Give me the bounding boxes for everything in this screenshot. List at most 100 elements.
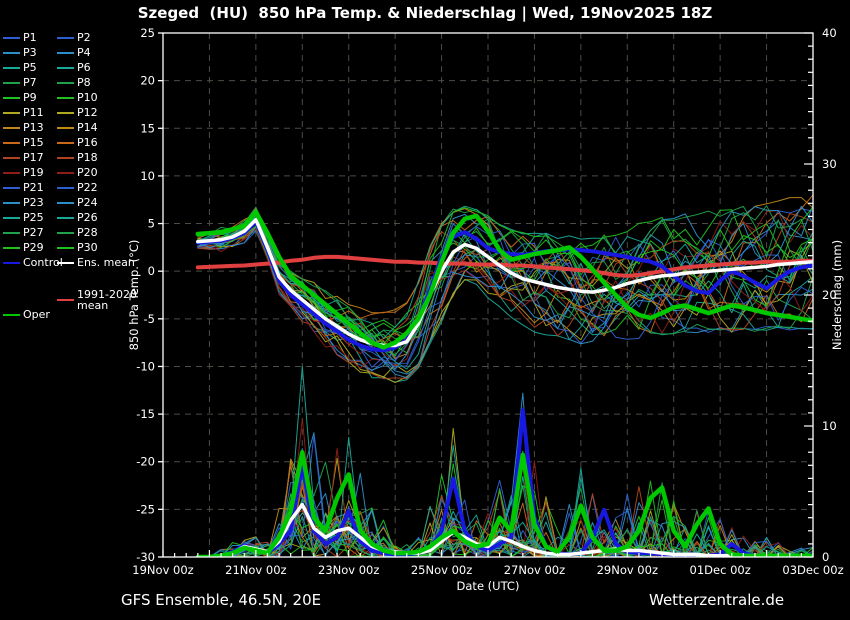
y-axis-right-title: Niederschlag (mm)	[830, 240, 844, 350]
legend-label: P15	[23, 137, 44, 148]
legend-label: P16	[77, 137, 98, 148]
legend-row: P25 P26	[0, 210, 132, 225]
watermark-label: Wetterzentrale.de	[649, 591, 784, 609]
legend-swatch-icon	[3, 202, 20, 204]
legend-item-p28: P28	[57, 225, 98, 240]
legend-item-p13: P13	[3, 120, 44, 135]
left-tick-label: -20	[136, 455, 155, 469]
legend-row: P11 P12	[0, 105, 132, 120]
legend-item-p9: P9	[3, 90, 37, 105]
legend-label: P8	[77, 77, 91, 88]
x-tick-label: 01Dec 00z	[690, 563, 751, 577]
legend-row: P21 P22	[0, 180, 132, 195]
legend-item-p27: P27	[3, 225, 44, 240]
legend-item-p20: P20	[57, 165, 98, 180]
legend-row: P5P6	[0, 60, 132, 75]
legend-row: P15 P16	[0, 135, 132, 150]
left-tick-label: 5	[148, 217, 155, 231]
legend-item-p11: P11	[3, 105, 44, 120]
left-tick-label: 15	[140, 121, 155, 135]
legend-item-p18: P18	[57, 150, 98, 165]
left-tick-label: -5	[144, 312, 155, 326]
legend-label: P14	[77, 122, 98, 133]
x-tick-label: 29Nov 00z	[597, 563, 658, 577]
legend-label: P4	[77, 47, 91, 58]
legend-swatch-icon	[57, 157, 74, 159]
left-tick-label: 25	[140, 26, 155, 40]
legend-item-p19: P19	[3, 165, 44, 180]
legend-swatch-icon	[3, 172, 20, 174]
legend-label: P20	[77, 167, 98, 178]
legend-swatch-icon	[3, 217, 20, 219]
legend-swatch-icon	[3, 187, 20, 189]
legend-item-p3: P3	[3, 45, 37, 60]
legend-row: P3 P4	[0, 45, 132, 60]
legend-label: P30	[77, 242, 98, 253]
legend-item-p12: P12	[57, 105, 98, 120]
legend-item-p21: P21	[3, 180, 44, 195]
legend-swatch-icon	[57, 82, 74, 84]
legend-label: P24	[77, 197, 98, 208]
legend-swatch-icon	[57, 172, 74, 174]
page-title: Szeged (HU) 850 hPa Temp. & Niederschlag…	[0, 4, 850, 22]
legend-swatch-icon	[57, 67, 74, 69]
legend-label: P26	[77, 212, 98, 223]
legend-label: P3	[23, 47, 37, 58]
legend-label: P23	[23, 197, 44, 208]
legend-item-p23: P23	[3, 195, 44, 210]
legend-label: P19	[23, 167, 44, 178]
legend-row: P17 P18	[0, 150, 132, 165]
legend-swatch-icon	[57, 217, 74, 219]
legend-item-p25: P25	[3, 210, 44, 225]
legend-swatch-icon	[57, 112, 74, 114]
left-tick-label: -10	[136, 359, 155, 373]
legend-label: P27	[23, 227, 44, 238]
legend-swatch-icon	[57, 247, 74, 249]
legend-swatch-icon	[3, 112, 20, 114]
legend-row: Oper	[0, 307, 132, 322]
legend-label: P6	[77, 62, 91, 73]
legend-swatch-icon	[3, 97, 20, 99]
legend-row: P13 P14	[0, 120, 132, 135]
x-tick-label: 19Nov 00z	[132, 563, 193, 577]
legend-item-p1: P1	[3, 30, 37, 45]
x-axis-title: Date (UTC)	[457, 579, 520, 593]
legend-item-p14: P14	[57, 120, 98, 135]
legend-swatch-icon	[57, 97, 74, 99]
legend-item-p29: P29	[3, 240, 44, 255]
legend-label: P21	[23, 182, 44, 193]
legend-row: P29 P30	[0, 240, 132, 255]
legend-item-p7: P7	[3, 75, 37, 90]
legend-row: P9P10	[0, 90, 132, 105]
x-tick-label: 25Nov 00z	[411, 563, 472, 577]
legend-item-p17: P17	[3, 150, 44, 165]
legend-swatch-icon	[3, 314, 20, 316]
legend-label: P17	[23, 152, 44, 163]
legend-item-control: Control	[3, 255, 63, 270]
legend-row: ControlEns. mean	[0, 255, 132, 270]
right-tick-label: 0	[822, 550, 829, 564]
legend-item-p6: P6	[57, 60, 91, 75]
legend-row: P7 P8	[0, 75, 132, 90]
legend-swatch-icon	[3, 262, 20, 264]
legend-swatch-icon	[3, 67, 20, 69]
right-tick-label: 10	[822, 419, 837, 433]
x-tick-label: 27Nov 00z	[504, 563, 565, 577]
legend-swatch-icon	[3, 37, 20, 39]
legend-item-p4: P4	[57, 45, 91, 60]
legend-label: P1	[23, 32, 37, 43]
legend-item-p30: P30	[57, 240, 98, 255]
legend-swatch-icon	[3, 247, 20, 249]
legend-row: P19 P20	[0, 165, 132, 180]
right-tick-label: 40	[822, 26, 837, 40]
legend-label: P22	[77, 182, 98, 193]
legend-swatch-icon	[3, 52, 20, 54]
legend-row: 1991-2020 mean	[0, 285, 132, 300]
left-tick-label: -15	[136, 407, 155, 421]
legend-swatch-icon	[57, 37, 74, 39]
left-tick-label: 0	[148, 264, 155, 278]
legend-swatch-icon	[57, 52, 74, 54]
legend-swatch-icon	[3, 142, 20, 144]
legend-swatch-icon	[57, 232, 74, 234]
legend-item-p15: P15	[3, 135, 44, 150]
